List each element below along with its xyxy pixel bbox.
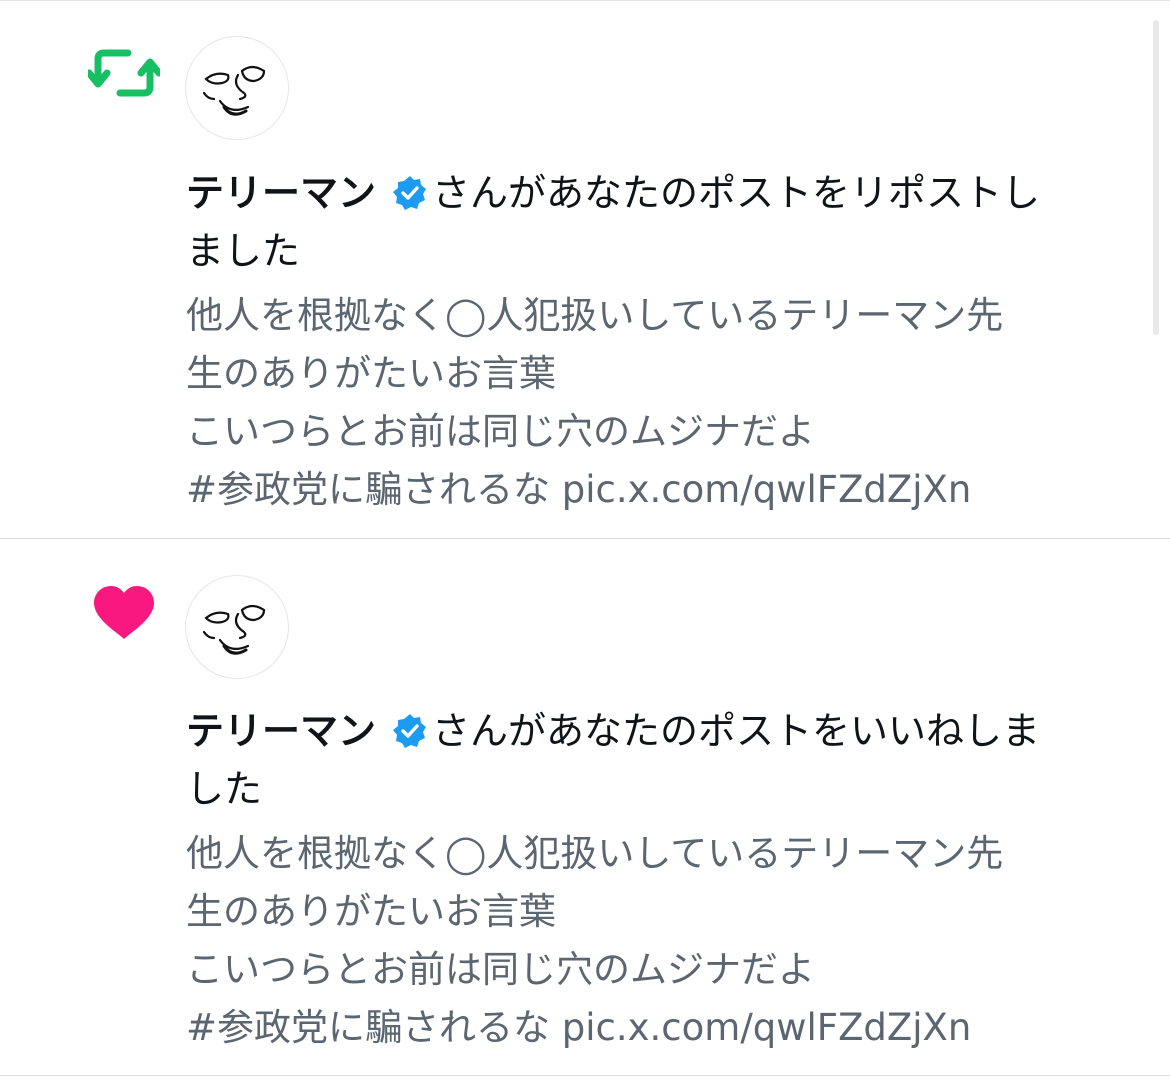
action-text: さんがあなたのポストをリポストし <box>432 171 1041 215</box>
avatar[interactable] <box>185 36 289 140</box>
notification-headline: テリーマン さんがあなたのポストをリポストしました <box>186 164 1136 280</box>
post-preview[interactable]: 他人を根拠なく◯人犯扱いしているテリーマン先 生のありがたいお言葉 こいつらとお… <box>186 287 1136 519</box>
avatar[interactable] <box>185 575 289 679</box>
post-line: #参政党に騙されるな pic.x.com/qwlFZdZjXn <box>186 468 972 511</box>
post-line: 他人を根拠なく◯人犯扱いしているテリーマン先 <box>186 294 1004 337</box>
post-line: #参政党に騙されるな pic.x.com/qwlFZdZjXn <box>186 1006 972 1049</box>
notification-headline: テリーマン さんがあなたのポストをいいねしました <box>186 702 1136 818</box>
post-preview[interactable]: 他人を根拠なく◯人犯扱いしているテリーマン先 生のありがたいお言葉 こいつらとお… <box>186 825 1136 1057</box>
heart-icon <box>88 581 160 645</box>
verified-badge-icon <box>392 713 428 749</box>
user-name[interactable]: テリーマン <box>186 709 376 753</box>
post-line: 生のありがたいお言葉 <box>186 352 556 395</box>
action-text: さんがあなたのポストをいいねしま <box>432 709 1041 753</box>
repost-icon <box>88 41 160 105</box>
user-name[interactable]: テリーマン <box>186 171 376 215</box>
action-text-continued: した <box>186 767 263 811</box>
verified-badge-icon <box>392 175 428 211</box>
post-line: 生のありがたいお言葉 <box>186 890 556 933</box>
post-line: 他人を根拠なく◯人犯扱いしているテリーマン先 <box>186 832 1004 875</box>
notification-item-repost[interactable]: テリーマン さんがあなたのポストをリポストしました 他人を根拠なく◯人犯扱いしてい… <box>0 1 1170 538</box>
divider <box>0 1075 1170 1076</box>
post-line: こいつらとお前は同じ穴のムジナだよ <box>186 410 815 453</box>
post-line: こいつらとお前は同じ穴のムジナだよ <box>186 948 815 991</box>
action-text-continued: ました <box>186 229 301 273</box>
notification-item-like[interactable]: テリーマン さんがあなたのポストをいいねしました 他人を根拠なく◯人犯扱いしている… <box>0 539 1170 1075</box>
